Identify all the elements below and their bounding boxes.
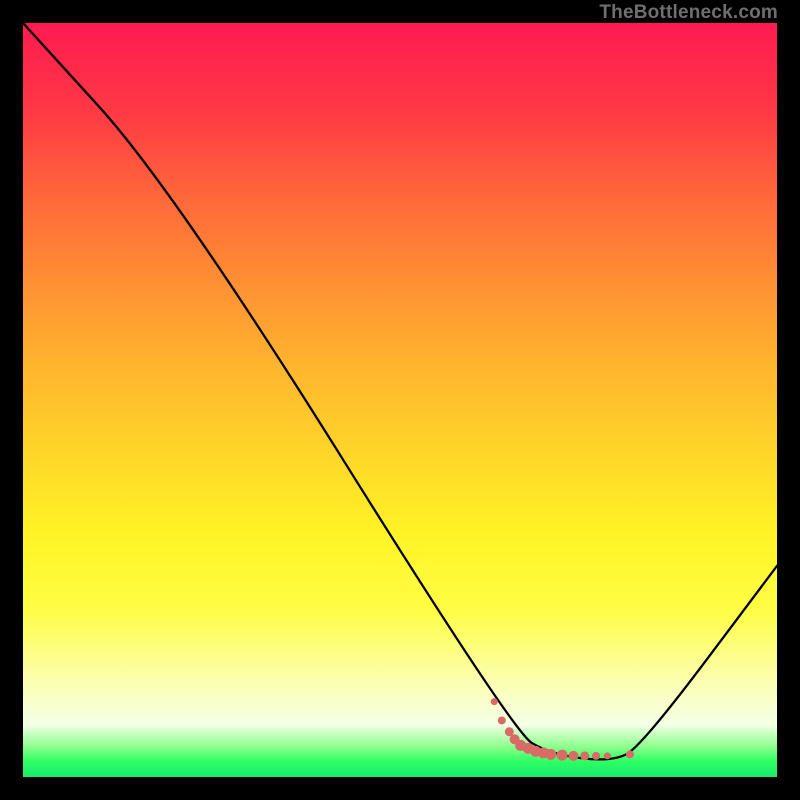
marker-dot <box>604 752 611 759</box>
marker-dot <box>557 750 568 761</box>
dotted-segment <box>491 698 634 761</box>
marker-dot <box>580 751 589 760</box>
marker-dot <box>498 716 506 724</box>
marker-dot <box>626 750 634 758</box>
chart-frame: TheBottleneck.com <box>0 0 800 800</box>
marker-dot <box>568 751 578 761</box>
bottleneck-curve <box>23 23 777 759</box>
marker-dot <box>592 752 600 760</box>
plot-area <box>23 23 777 777</box>
chart-svg <box>23 23 777 777</box>
watermark-text: TheBottleneck.com <box>599 2 778 24</box>
marker-dot <box>491 698 498 705</box>
marker-dot <box>545 749 556 760</box>
